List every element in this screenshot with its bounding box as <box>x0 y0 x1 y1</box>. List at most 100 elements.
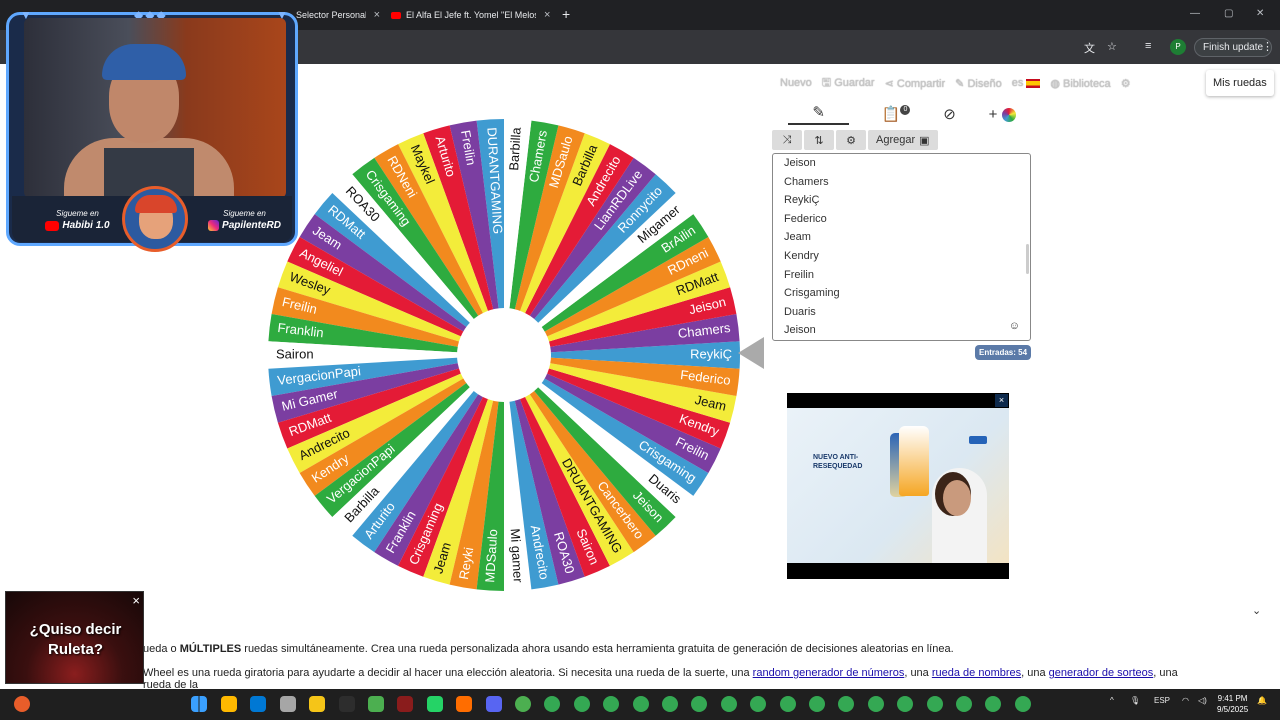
star-icon[interactable]: ☆ <box>1107 40 1117 53</box>
entries-textarea[interactable]: Jeison Chamers ReykiÇ Federico Jeam Kendry Fre… <box>772 153 1031 341</box>
name-wheel-link[interactable]: rueda de nombres <box>932 667 1021 679</box>
settings-icon[interactable]: ⚙ <box>1121 77 1131 90</box>
taskbar-app-icon[interactable] <box>720 696 737 712</box>
entry-row[interactable]: Jeam <box>773 228 1030 247</box>
roulette-popup[interactable]: ¿Quiso decir Ruleta? × <box>5 591 144 684</box>
app-icon[interactable] <box>14 696 30 712</box>
ad-headline: NUEVO ANTI-RESEQUEDAD <box>813 454 863 470</box>
tab-selector[interactable]: Selector Personal × <box>290 4 380 26</box>
maximize-icon[interactable]: ▢ <box>1224 8 1233 19</box>
chevron-down-icon[interactable]: ⌄ <box>1252 604 1261 617</box>
taskbar-app-icon[interactable] <box>279 696 296 712</box>
avatar[interactable]: P <box>1170 39 1186 55</box>
menu-icon[interactable]: ⋮ <box>1262 40 1273 53</box>
scrollbar[interactable] <box>1026 244 1029 274</box>
nuevo-button[interactable]: Nuevo <box>780 77 812 89</box>
gear-icon: ⚙ <box>846 134 856 147</box>
new-tab-icon[interactable]: + <box>562 6 570 22</box>
taskbar-app-icon[interactable] <box>956 696 972 712</box>
microphone-icon[interactable]: 🎙 <box>1130 696 1140 705</box>
entry-row[interactable]: Freilin <box>773 266 1030 285</box>
text: , una <box>1021 667 1049 679</box>
results-tab[interactable]: 📋 0 <box>882 105 911 123</box>
tab-close-icon[interactable]: × <box>544 9 550 21</box>
mis-ruedas-button[interactable]: Mis ruedas <box>1206 70 1274 96</box>
taskbar-app-icon[interactable] <box>426 696 443 712</box>
sort-button[interactable]: ⇅ <box>804 130 834 150</box>
tab-title: El Alfa El Jefe ft. Yomel "El Meloso" <box>406 10 536 20</box>
date: 9/5/2025 <box>1217 705 1249 714</box>
pencil-icon[interactable]: ✎ <box>788 103 849 125</box>
finish-update-button[interactable]: Finish update <box>1194 38 1273 57</box>
entry-row[interactable]: Federico <box>773 210 1030 229</box>
taskbar-app-icon[interactable] <box>485 696 502 712</box>
ad-banner[interactable]: NUEVO ANTI-RESEQUEDAD × <box>787 393 1009 579</box>
language-button[interactable]: es <box>1012 77 1041 89</box>
shuffle-button[interactable]: ⤨ <box>772 130 802 150</box>
plus-color-icon[interactable]: + <box>989 106 1016 123</box>
taskbar-app-icon[interactable] <box>779 696 796 712</box>
wifi-icon[interactable]: ◠ <box>1182 696 1189 705</box>
compartir-button[interactable]: ⋖ Compartir <box>885 77 946 90</box>
notification-bell-icon[interactable]: 🔔 <box>1257 696 1267 705</box>
popup-close-icon[interactable]: × <box>132 593 140 608</box>
advanced-button[interactable]: ⚙ <box>836 130 866 150</box>
taskbar-app-icon[interactable] <box>632 696 649 712</box>
entry-row[interactable]: ReykiÇ <box>773 191 1030 210</box>
taskbar-app-icon[interactable] <box>309 696 326 712</box>
text: Wheel es una rueda giratoria para ayudar… <box>143 667 753 679</box>
media-icon[interactable]: ≡ <box>1145 40 1151 52</box>
text: ueda o <box>143 643 180 655</box>
spin-wheel[interactable]: ReykiÇChamersJeisonRDMattRDneniBrAilinMi… <box>262 113 746 597</box>
taskbar-app-icon[interactable] <box>515 696 531 712</box>
image-icon: ▣ <box>919 134 930 147</box>
chevron-up-icon[interactable]: ^ <box>1110 696 1114 705</box>
windows-start-icon[interactable] <box>191 696 207 712</box>
biblioteca-button[interactable]: ◍ Biblioteca <box>1050 77 1110 90</box>
eye-off-icon[interactable]: ⊘ <box>943 105 956 123</box>
language-indicator[interactable]: ESP <box>1154 696 1170 705</box>
entry-row[interactable]: Duaris <box>773 303 1030 322</box>
translate-icon[interactable]: 文 <box>1084 40 1095 56</box>
diseno-button[interactable]: ✎ Diseño <box>955 77 1002 90</box>
taskbar-app-icon[interactable] <box>368 696 384 712</box>
tab-close-icon[interactable]: × <box>374 9 380 21</box>
taskbar-app-icon[interactable] <box>926 696 943 712</box>
entry-row[interactable]: Kendry <box>773 247 1030 266</box>
youtube-handle: Sigueme en Habibi 1.0 <box>30 208 125 232</box>
entry-row[interactable]: Crisgaming <box>773 284 1030 303</box>
entry-row[interactable]: Jeison <box>773 321 1030 340</box>
emoji-icon[interactable]: ☺ <box>1009 320 1020 332</box>
taskbar-app-icon[interactable] <box>662 696 678 712</box>
minimize-icon[interactable]: — <box>1190 8 1200 19</box>
taskbar-app-icon[interactable] <box>338 696 355 712</box>
close-window-icon[interactable]: ✕ <box>1256 8 1264 19</box>
youtube-icon <box>45 220 60 231</box>
spain-flag-icon <box>1026 78 1041 88</box>
entry-row[interactable]: Chamers <box>773 173 1030 192</box>
description-line-1: ueda o MÚLTIPLES ruedas simultáneamente.… <box>143 643 1203 655</box>
streamer-overlay: ▼ ◆◆◆ ▼ Sigueme en Habibi 1.0 Sigueme en… <box>6 6 298 252</box>
taskbar-app-icon[interactable] <box>573 696 590 712</box>
taskbar-app-icon[interactable] <box>1014 696 1031 712</box>
taskbar-app-icon[interactable] <box>809 696 825 712</box>
taskbar-clock[interactable]: 9:41 PM 9/5/2025 <box>1217 693 1248 715</box>
add-image-button[interactable]: Agregar ▣ <box>868 130 938 150</box>
volume-icon[interactable]: ◁) <box>1198 696 1207 705</box>
wheel-label: Mi gamer <box>508 528 526 584</box>
raffle-link[interactable]: generador de sorteos <box>1049 667 1154 679</box>
taskbar-app-icon[interactable] <box>456 696 473 712</box>
wheel-center[interactable] <box>457 308 551 402</box>
tab-youtube[interactable]: El Alfa El Jefe ft. Yomel "El Meloso" × <box>385 4 553 26</box>
random-number-link[interactable]: random generador de números <box>753 667 905 679</box>
taskbar-app-icon[interactable] <box>397 696 414 712</box>
taskbar-app-icon[interactable] <box>867 696 884 712</box>
description-line-2: Wheel es una rueda giratoria para ayudar… <box>143 667 1203 691</box>
ad-close-icon[interactable]: × <box>995 394 1008 407</box>
guardar-button[interactable]: 🖫 Guardar <box>822 74 875 93</box>
taskbar-app-icon[interactable] <box>250 696 267 712</box>
taskbar-app-icon[interactable] <box>221 696 237 712</box>
time: 9:41 PM <box>1217 694 1248 703</box>
webcam-video <box>24 18 286 198</box>
entry-row[interactable]: Jeison <box>773 154 1030 173</box>
